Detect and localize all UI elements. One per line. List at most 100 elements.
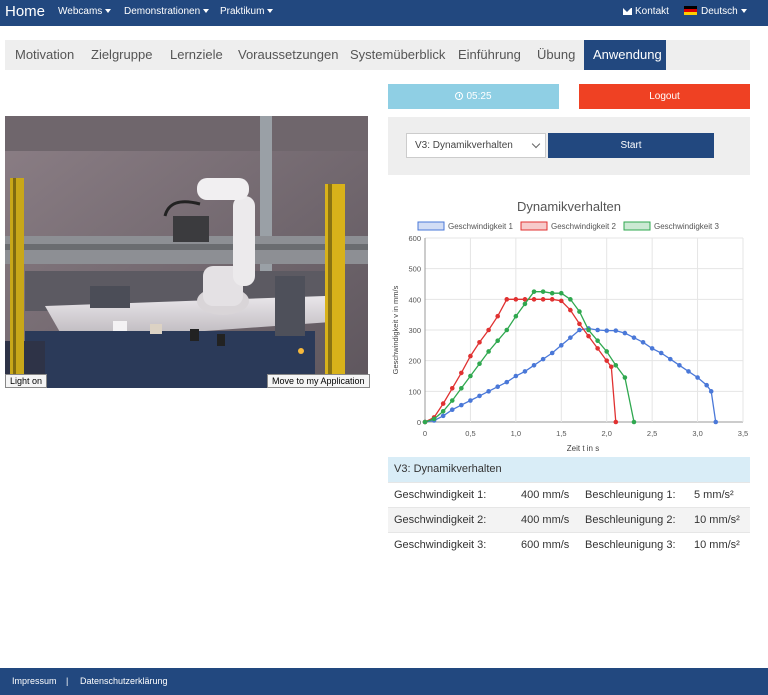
x-tick-label: 1,5: [556, 429, 566, 438]
data-point: [708, 389, 714, 394]
data-point: [477, 361, 482, 367]
data-point: [513, 373, 519, 379]
data-point: [558, 290, 564, 296]
data-point: [504, 327, 510, 333]
light-on-button[interactable]: Light on: [5, 374, 48, 388]
x-axis-label: Zeit t in s: [567, 444, 599, 453]
data-point: [577, 321, 582, 327]
language-menu[interactable]: Deutsch: [684, 6, 747, 17]
tab-systemueberblick[interactable]: Systemüberblick: [341, 40, 454, 70]
data-point: [531, 362, 537, 368]
y-tick-label: 300: [408, 326, 421, 335]
privacy-link[interactable]: Datenschutzerklärung: [80, 668, 168, 695]
acceleration-label: Beschleunigung 3:: [585, 539, 676, 551]
home-link[interactable]: Home: [5, 3, 45, 20]
caret-down-icon: [267, 9, 274, 14]
data-point: [431, 416, 437, 422]
praktikum-menu[interactable]: Praktikum: [220, 6, 274, 17]
data-point: [586, 333, 591, 339]
data-point: [504, 379, 510, 385]
legend-swatch: [623, 221, 651, 231]
table-row: Geschwindigkeit 1: 400 mm/s Beschleunigu…: [388, 482, 750, 507]
data-point: [459, 370, 464, 376]
data-point: [613, 362, 619, 368]
data-point: [449, 398, 455, 403]
tab-einfuehrung[interactable]: Einführung: [449, 40, 530, 70]
start-button[interactable]: Start: [548, 133, 714, 158]
data-point: [631, 335, 637, 340]
legend-label: Geschwindigkeit 1: [448, 222, 513, 231]
data-point: [695, 375, 700, 380]
experiment-select[interactable]: V3: Dynamikverhalten: [406, 133, 546, 158]
caret-down-icon: [203, 9, 210, 14]
data-point: [713, 419, 719, 425]
contact-link[interactable]: Kontakt: [623, 6, 669, 17]
data-point: [522, 369, 528, 374]
german-flag-icon: [684, 6, 697, 15]
data-point: [468, 353, 473, 359]
tab-lernziele[interactable]: Lernziele: [161, 40, 232, 70]
data-point: [531, 297, 537, 302]
data-point: [604, 328, 610, 333]
footer: Impressum | Datenschutzerklärung: [0, 668, 768, 695]
y-tick-label: 100: [408, 387, 421, 396]
parameter-table: V3: Dynamikverhalten Geschwindigkeit 1: …: [388, 457, 750, 557]
data-point: [640, 339, 646, 345]
speed-value: 600 mm/s: [521, 539, 570, 551]
data-point: [440, 413, 446, 419]
y-tick-label: 200: [408, 357, 421, 366]
data-point: [486, 389, 491, 394]
demonstrationen-menu[interactable]: Demonstrationen: [124, 6, 210, 17]
data-point: [568, 335, 573, 340]
footer-separator: |: [66, 676, 69, 686]
data-point: [540, 297, 546, 302]
data-point: [459, 402, 464, 408]
data-point: [513, 297, 519, 302]
data-point: [477, 339, 482, 345]
data-point: [704, 382, 709, 388]
tab-uebung[interactable]: Übung: [528, 40, 584, 70]
data-point: [686, 369, 691, 374]
data-point: [608, 364, 614, 370]
data-point: [522, 301, 528, 307]
y-axis-label: Geschwindigkeit v in mm/s: [391, 285, 400, 374]
speed-label: Geschwindigkeit 3:: [394, 539, 487, 551]
data-point: [558, 298, 564, 304]
data-point: [613, 419, 619, 425]
acceleration-value: 10 mm/s²: [694, 514, 740, 526]
data-point: [549, 290, 555, 296]
y-tick-label: 600: [408, 234, 421, 243]
data-point: [549, 350, 555, 356]
x-tick-label: 2,5: [647, 429, 657, 438]
chart-title: Dynamikverhalten: [517, 199, 621, 214]
webcams-menu[interactable]: Webcams: [58, 6, 112, 17]
data-point: [440, 401, 446, 406]
experiment-control-panel: V3: Dynamikverhalten Start: [388, 117, 750, 175]
session-timer-button[interactable]: 05:25: [388, 84, 559, 109]
data-point: [604, 358, 610, 363]
tab-zielgruppe[interactable]: Zielgruppe: [82, 40, 161, 70]
impressum-link[interactable]: Impressum: [12, 668, 57, 695]
data-point: [468, 373, 473, 379]
legend-label: Geschwindigkeit 2: [551, 222, 616, 231]
data-point: [495, 384, 500, 390]
data-point: [577, 327, 582, 333]
caret-down-icon: [740, 9, 747, 14]
webcam-image: [5, 116, 368, 388]
move-to-application-button[interactable]: Move to my Application: [267, 374, 370, 388]
logout-button[interactable]: Logout: [579, 84, 750, 109]
data-point: [486, 349, 491, 354]
data-point: [540, 289, 546, 294]
data-point: [513, 313, 519, 319]
tab-voraussetzungen[interactable]: Voraussetzungen: [229, 40, 347, 70]
data-point: [504, 297, 510, 302]
x-tick-label: 2,0: [601, 429, 611, 438]
data-point: [477, 393, 482, 399]
data-point: [631, 419, 637, 425]
x-tick-label: 0,5: [465, 429, 475, 438]
data-point: [604, 349, 610, 354]
speed-label: Geschwindigkeit 2:: [394, 514, 487, 526]
section-tabs: Motivation Zielgruppe Lernziele Vorausse…: [5, 40, 750, 70]
tab-anwendung[interactable]: Anwendung: [584, 40, 666, 70]
tab-motivation[interactable]: Motivation: [6, 40, 83, 70]
